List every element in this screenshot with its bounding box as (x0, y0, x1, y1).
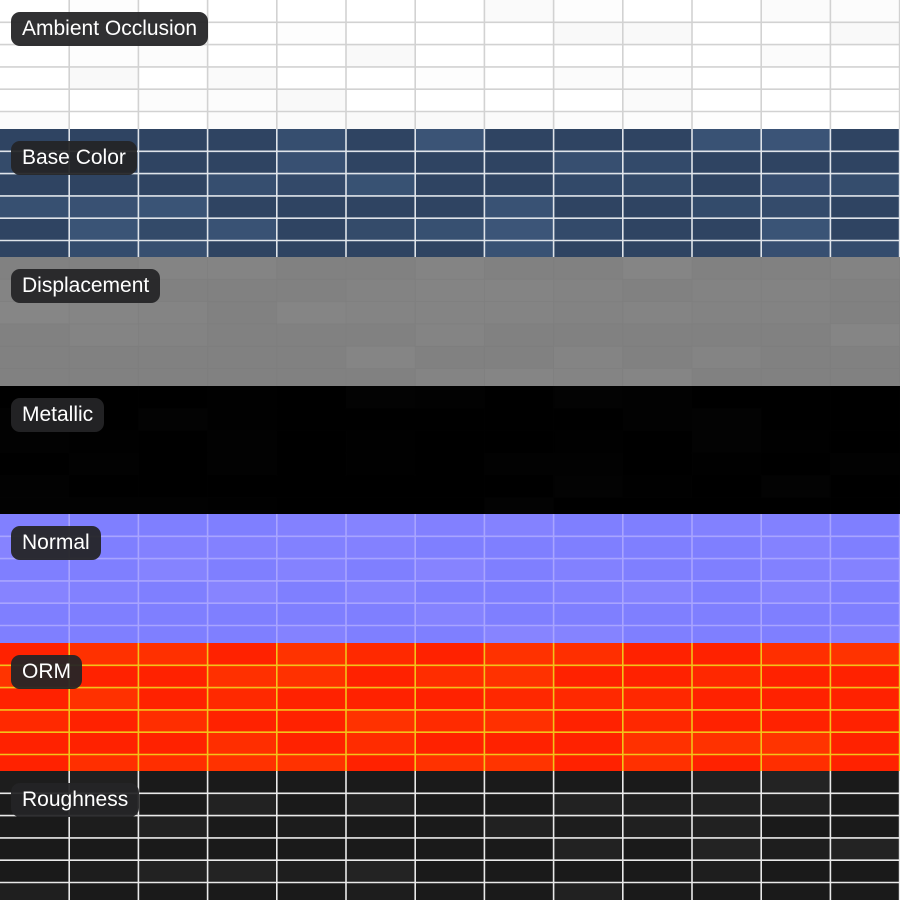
map-strip-displacement: Displacement (0, 257, 900, 386)
base-color-label: Base Color (11, 141, 137, 175)
metallic-label: Metallic (11, 398, 105, 432)
ambient-occlusion-label: Ambient Occlusion (11, 12, 209, 46)
map-strip-base-color: Base Color (0, 129, 900, 257)
orm-texture (0, 643, 900, 771)
map-strip-orm: ORM (0, 643, 900, 771)
orm-label: ORM (11, 655, 82, 689)
normal-label: Normal (11, 526, 101, 560)
normal-texture (0, 514, 900, 643)
roughness-label: Roughness (11, 783, 140, 817)
map-strip-metallic: Metallic (0, 386, 900, 514)
displacement-label: Displacement (11, 269, 161, 303)
map-strip-ambient-occlusion: Ambient Occlusion (0, 0, 900, 129)
metallic-texture (0, 386, 900, 514)
texture-map-sheet: Ambient Occlusion Base Color Displacemen… (0, 0, 900, 900)
map-strip-normal: Normal (0, 514, 900, 643)
map-strip-roughness: Roughness (0, 771, 900, 900)
